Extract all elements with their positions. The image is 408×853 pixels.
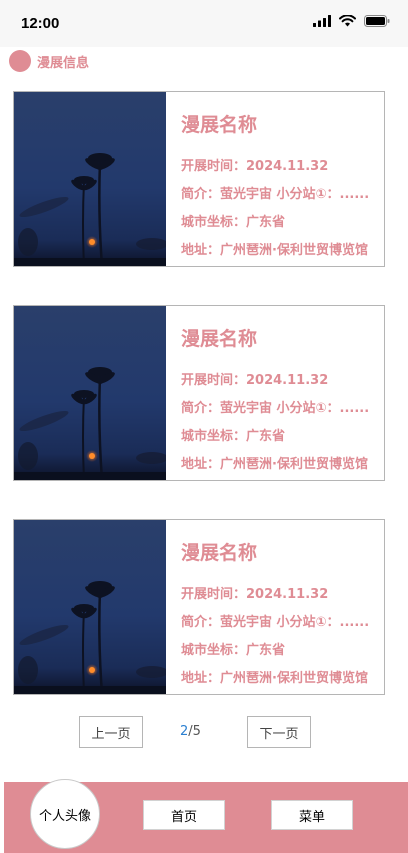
status-time: 12:00 <box>21 15 60 32</box>
exhibition-card[interactable]: 漫展名称 开展时间：2024.11.32 简介：萤光宇宙 小分站①：......… <box>13 519 385 695</box>
exhibition-address: 地址：广州琶洲·保利世贸博览馆 <box>181 457 368 472</box>
exhibition-info: 漫展名称 开展时间：2024.11.32 简介：萤光宇宙 小分站①：......… <box>180 520 384 694</box>
exhibition-city: 城市坐标：广东省 <box>181 643 286 658</box>
pagination: 上一页 2/5 下一页 <box>0 716 408 748</box>
exhibition-card[interactable]: 漫展名称 开展时间：2024.11.32 简介：萤光宇宙 小分站①：......… <box>13 91 385 267</box>
section-title: 漫展信息 <box>37 55 90 71</box>
exhibition-title[interactable]: 漫展名称 <box>181 324 257 351</box>
wifi-icon <box>339 15 356 27</box>
exhibition-info: 漫展名称 开展时间：2024.11.32 简介：萤光宇宙 小分站①：......… <box>180 92 384 266</box>
next-page-button[interactable]: 下一页 <box>247 716 311 748</box>
exhibition-image <box>14 306 166 480</box>
exhibition-title[interactable]: 漫展名称 <box>181 110 257 137</box>
prev-page-button[interactable]: 上一页 <box>79 716 143 748</box>
exhibition-intro: 简介：萤光宇宙 小分站①：...... <box>181 401 370 416</box>
home-button[interactable]: 首页 <box>143 800 225 830</box>
exhibition-image <box>14 92 166 266</box>
status-bar: 12:00 <box>0 0 408 47</box>
exhibition-city: 城市坐标：广东省 <box>181 215 286 230</box>
battery-icon <box>364 15 390 27</box>
exhibition-date: 开展时间：2024.11.32 <box>181 373 329 388</box>
avatar-label: 个人头像 <box>38 808 91 824</box>
section-header: 漫展信息 <box>9 48 89 74</box>
bottom-nav: 个人头像 首页 菜单 <box>4 779 408 853</box>
exhibition-info: 漫展名称 开展时间：2024.11.32 简介：萤光宇宙 小分站①：......… <box>180 306 384 480</box>
avatar[interactable]: 个人头像 <box>30 779 100 849</box>
exhibition-city: 城市坐标：广东省 <box>181 429 286 444</box>
exhibition-intro: 简介：萤光宇宙 小分站①：...... <box>181 615 370 630</box>
exhibition-address: 地址：广州琶洲·保利世贸博览馆 <box>181 243 368 258</box>
page-indicator: 2/5 <box>180 724 201 739</box>
exhibition-address: 地址：广州琶洲·保利世贸博览馆 <box>181 671 368 686</box>
exhibition-intro: 简介：萤光宇宙 小分站①：...... <box>181 187 370 202</box>
exhibition-card[interactable]: 漫展名称 开展时间：2024.11.32 简介：萤光宇宙 小分站①：......… <box>13 305 385 481</box>
menu-button[interactable]: 菜单 <box>271 800 353 830</box>
total-pages: 5 <box>192 724 201 739</box>
exhibition-title[interactable]: 漫展名称 <box>181 538 257 565</box>
exhibition-image <box>14 520 166 694</box>
signal-icon <box>313 15 331 27</box>
status-icons <box>313 15 390 27</box>
section-dot-icon <box>9 50 31 72</box>
exhibition-date: 开展时间：2024.11.32 <box>181 587 329 602</box>
exhibition-date: 开展时间：2024.11.32 <box>181 159 329 174</box>
